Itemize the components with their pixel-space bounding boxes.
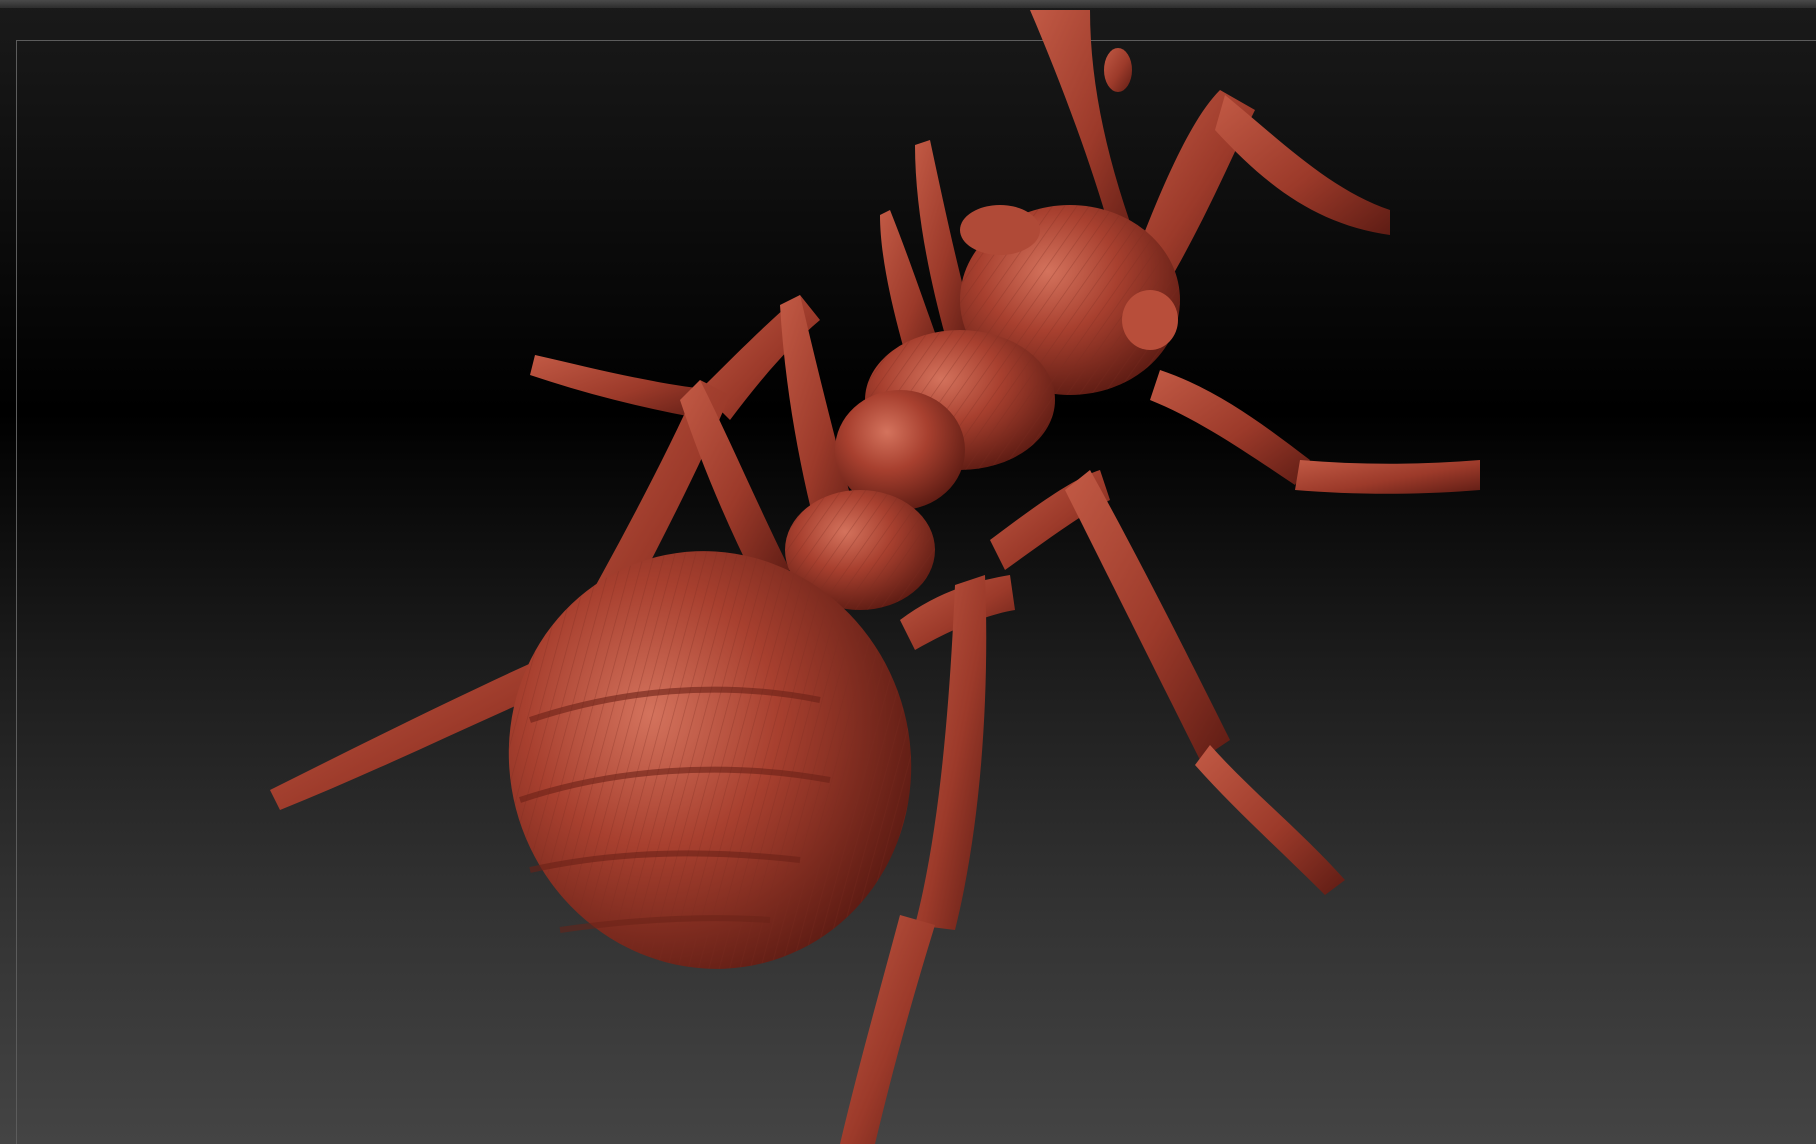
leg-right-front [1150, 370, 1480, 494]
leg-upper-right [1130, 90, 1390, 280]
ant-model[interactable] [0, 0, 1816, 1144]
zbrush-canvas-viewport[interactable] [0, 0, 1816, 1144]
leg-right-mid [990, 470, 1345, 895]
